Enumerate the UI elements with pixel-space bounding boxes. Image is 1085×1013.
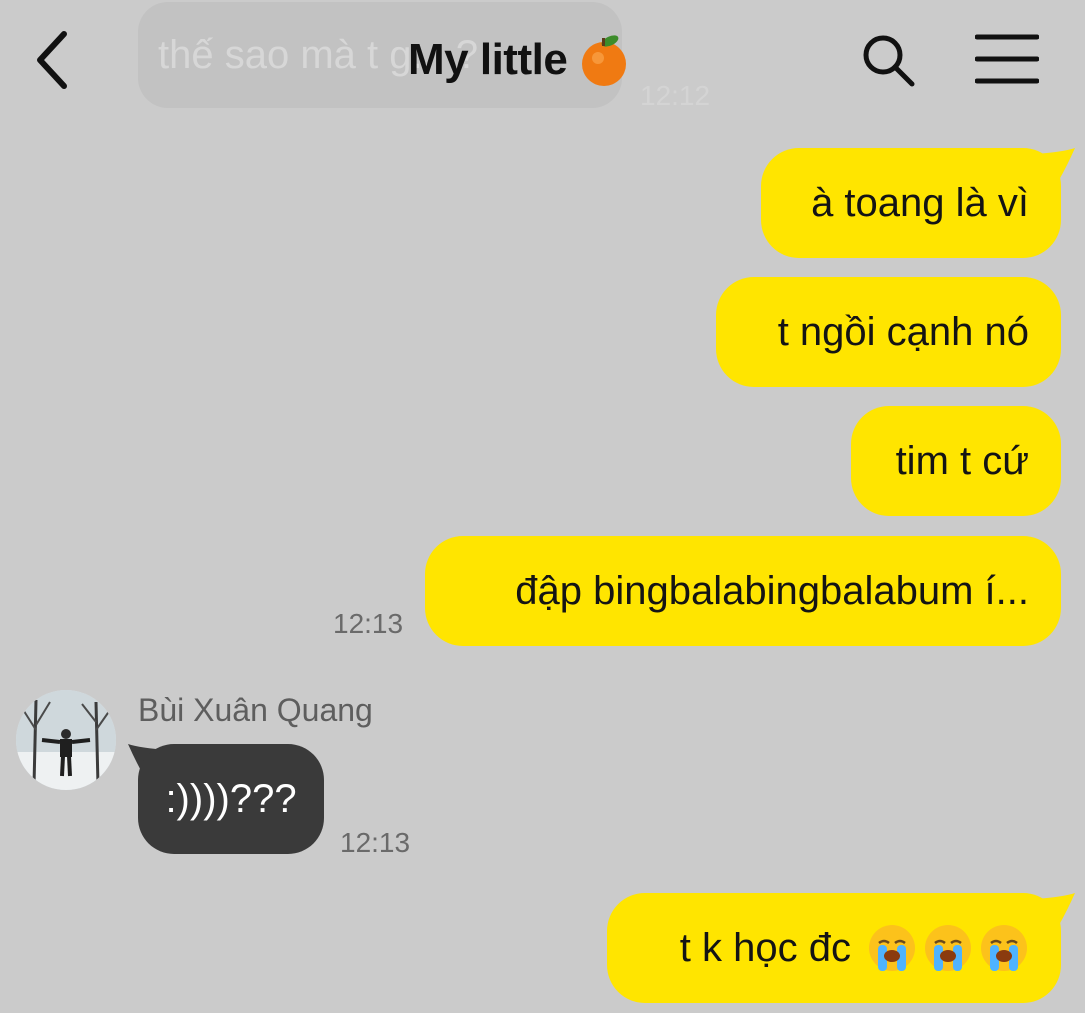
chat-header: thế sao mà t g... ? 12:12 My little — [0, 0, 1085, 120]
loudly-crying-face-icon — [869, 925, 915, 971]
sender-name: Bùi Xuân Quang — [138, 692, 373, 728]
loudly-crying-face-icon — [981, 925, 1027, 971]
tangerine-icon — [582, 35, 627, 86]
message-text: t k học đc — [679, 925, 851, 970]
chat-title-text: My little — [408, 35, 568, 84]
loudly-crying-face-icon — [925, 925, 971, 971]
my-message-bubble[interactable]: t k học đc — [607, 893, 1061, 1003]
previous-message-time: 12:12 — [640, 80, 711, 111]
avatar[interactable] — [16, 690, 116, 790]
message-time: 12:13 — [333, 608, 404, 639]
search-icon[interactable] — [858, 30, 918, 90]
my-message-bubble[interactable]: tim t cứ — [851, 406, 1061, 516]
chat-title[interactable]: My little — [408, 28, 629, 92]
their-message-bubble[interactable]: :))))??? — [138, 744, 324, 854]
my-message-bubble[interactable]: à toang là vì — [761, 148, 1061, 258]
menu-icon[interactable] — [975, 33, 1039, 85]
message-text: :))))??? — [165, 776, 297, 821]
message-text: à toang là vì — [811, 180, 1029, 225]
my-message-bubble[interactable]: t ngồi cạnh nó — [716, 277, 1061, 387]
message-text: đập bingbalabingbalabum í... — [515, 568, 1029, 613]
message-time: 12:13 — [340, 827, 411, 858]
message-text: tim t cứ — [895, 438, 1029, 483]
back-chevron-icon[interactable] — [30, 28, 80, 92]
message-text: t ngồi cạnh nó — [777, 309, 1029, 354]
avatar-photo — [16, 690, 116, 790]
my-message-bubble[interactable]: đập bingbalabingbalabum í... — [425, 536, 1061, 646]
